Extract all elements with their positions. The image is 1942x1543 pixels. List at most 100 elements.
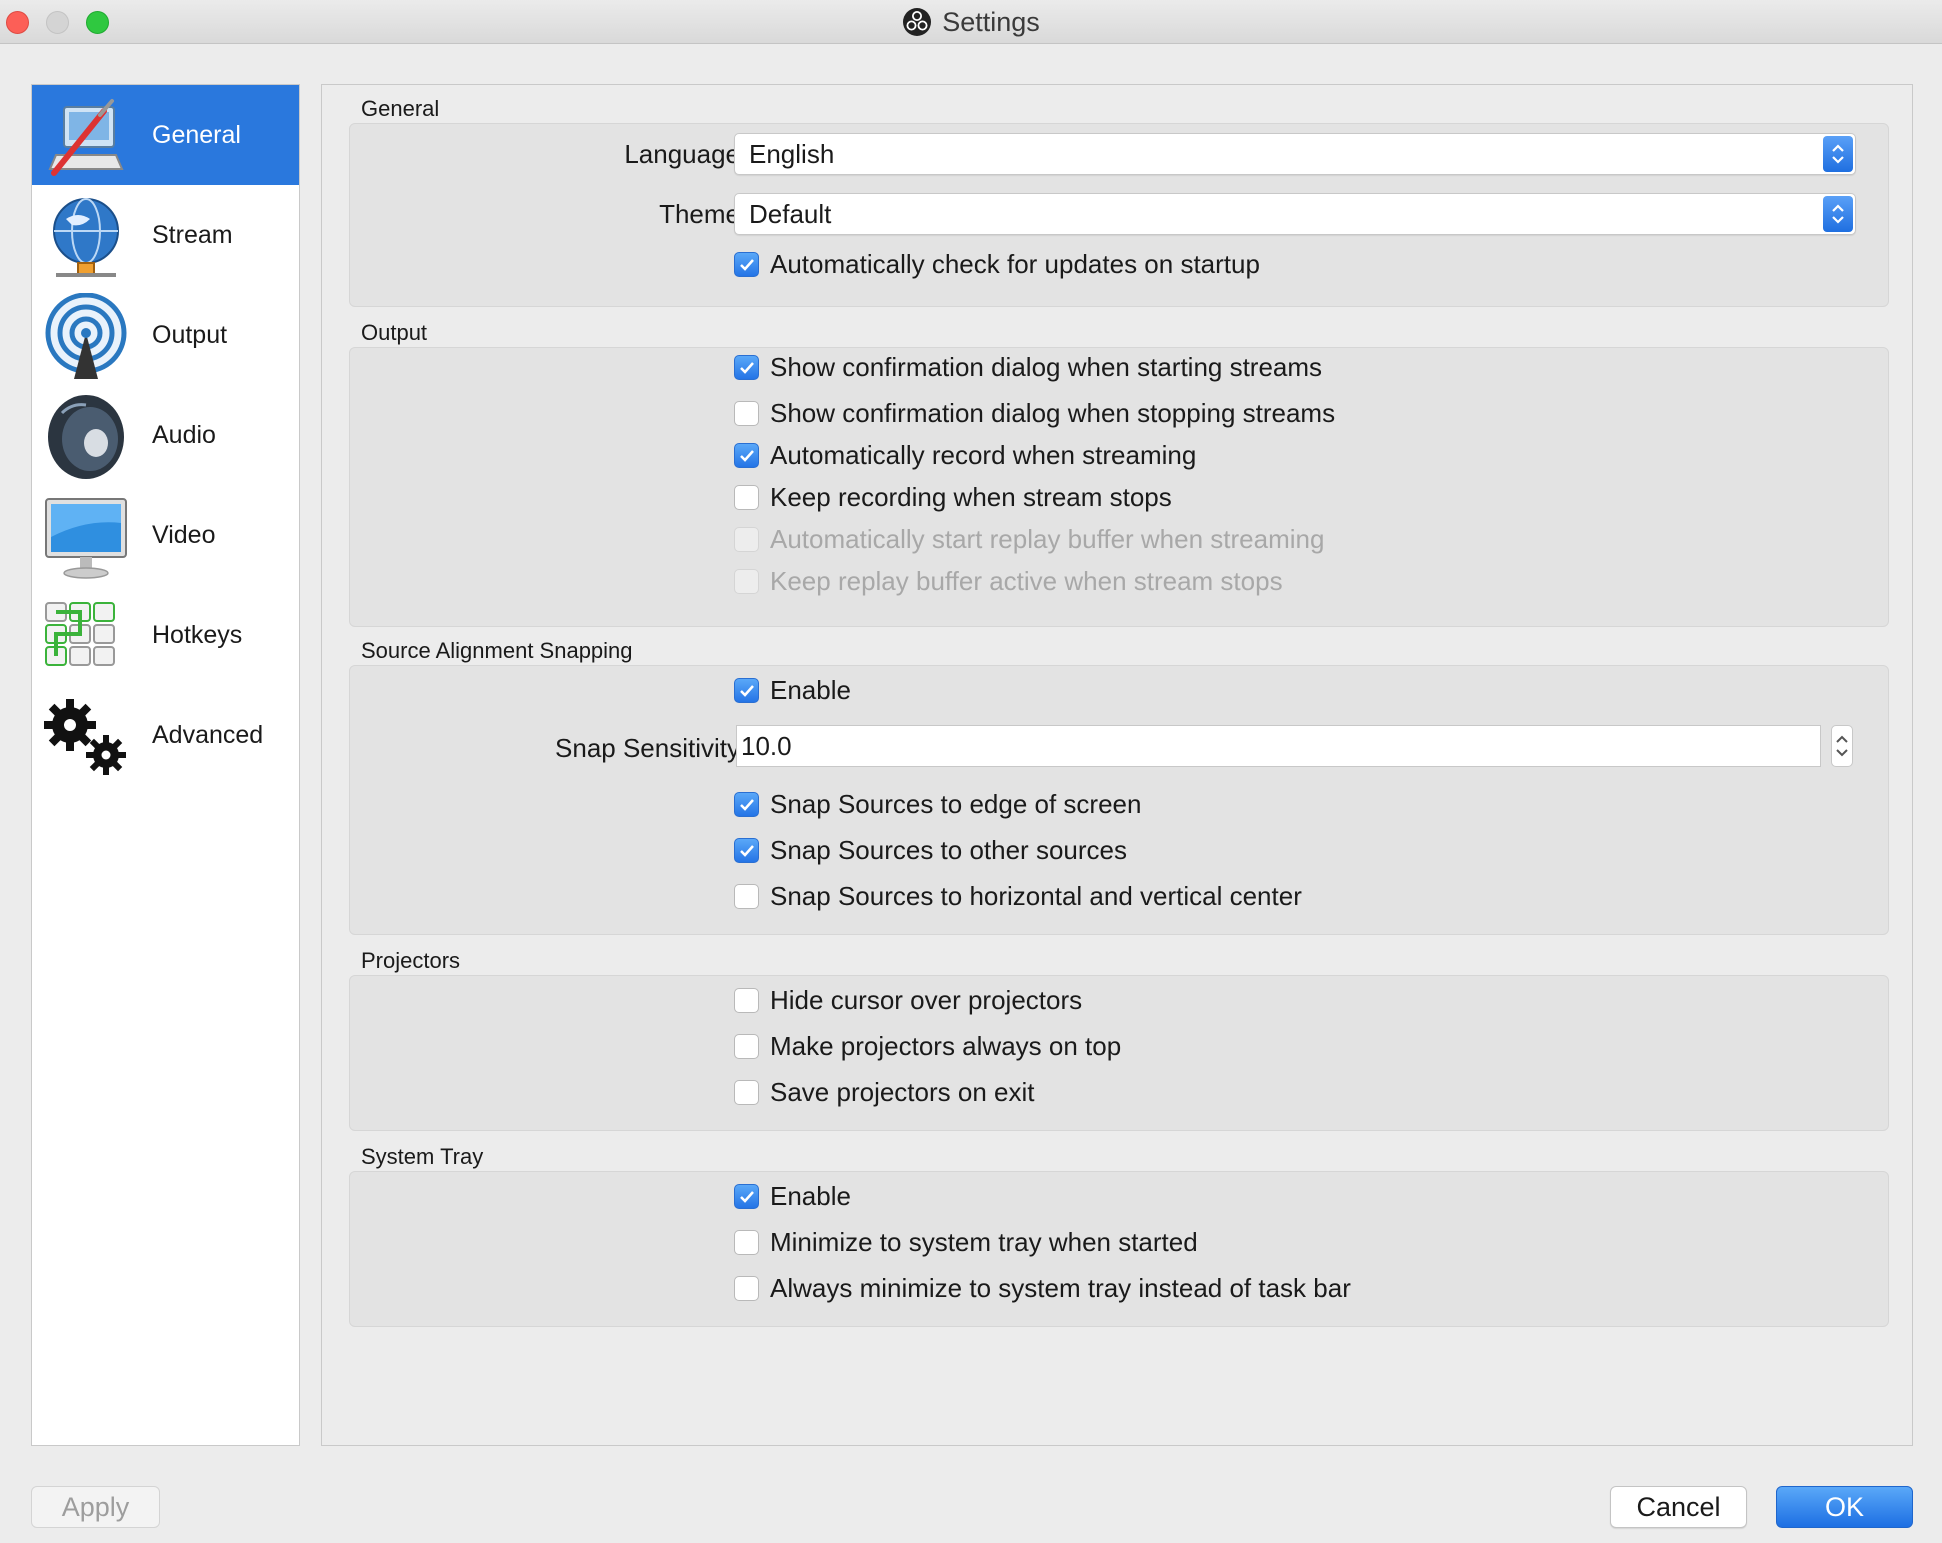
general-group: Language English Theme Default Automatic…	[349, 123, 1889, 307]
group-title-snapping: Source Alignment Snapping	[361, 638, 633, 663]
language-label: Language	[624, 139, 740, 169]
system-tray-option[interactable]: Always minimize to system tray instead o…	[734, 1271, 1351, 1305]
system-tray-group: Enable Minimize to system tray when star…	[349, 1171, 1889, 1327]
group-title-projectors: Projectors	[361, 948, 461, 973]
checkbox[interactable]	[734, 837, 759, 863]
option-label: Snap Sources to horizontal and vertical …	[770, 880, 1302, 911]
option-label: Snap Sources to edge of screen	[770, 788, 1142, 819]
sidebar-item-label: General	[152, 120, 241, 149]
apply-button[interactable]: Apply	[31, 1486, 160, 1528]
group-title-general: General	[361, 96, 440, 121]
checkbox	[734, 568, 759, 594]
option-label: Always minimize to system tray instead o…	[770, 1272, 1351, 1303]
checkbox[interactable]	[734, 354, 759, 380]
option-label: Automatically record when streaming	[770, 439, 1197, 470]
option-label: Automatically start replay buffer when s…	[770, 523, 1325, 554]
sidebar-item-general[interactable]: General	[32, 85, 299, 185]
sidebar-item-label: Video	[152, 520, 216, 549]
sidebar-item-label: Output	[152, 320, 228, 349]
sidebar-item-output[interactable]: Output	[32, 285, 299, 385]
option-label: Minimize to system tray when started	[770, 1226, 1198, 1257]
ok-button[interactable]: OK	[1776, 1486, 1913, 1528]
checkbox[interactable]	[734, 677, 759, 703]
option-label: Keep replay buffer active when stream st…	[770, 565, 1283, 596]
snapping-option[interactable]: Snap Sources to horizontal and vertical …	[734, 879, 1302, 913]
sidebar-item-hotkeys[interactable]: Hotkeys	[32, 585, 299, 685]
projectors-group: Hide cursor over projectors Make project…	[349, 975, 1889, 1131]
language-value: English	[749, 139, 835, 169]
checkbox[interactable]	[734, 484, 759, 510]
window-title: Settings	[942, 6, 1040, 37]
title-bar: Settings	[0, 0, 1942, 44]
option-label: Keep recording when stream stops	[770, 481, 1172, 512]
chevron-updown-icon[interactable]	[1823, 196, 1853, 232]
option-label: Make projectors always on top	[770, 1030, 1122, 1061]
checkbox[interactable]	[734, 400, 759, 426]
cancel-button[interactable]: Cancel	[1610, 1486, 1747, 1528]
keyboard-icon	[45, 602, 115, 666]
globe-icon	[53, 198, 119, 277]
sidebar-item-advanced[interactable]: Advanced	[32, 685, 299, 785]
checkbox[interactable]	[734, 791, 759, 817]
theme-label: Theme	[659, 199, 740, 229]
title-wrap: Settings	[0, 0, 1942, 44]
speaker-icon	[48, 395, 124, 479]
check-updates-label: Automatically check for updates on start…	[770, 248, 1260, 279]
system-tray-option[interactable]: Minimize to system tray when started	[734, 1225, 1198, 1259]
option-label: Enable	[770, 1180, 851, 1211]
output-option-disabled: Automatically start replay buffer when s…	[734, 522, 1324, 556]
option-label: Enable	[770, 674, 851, 705]
checkbox[interactable]	[734, 1183, 759, 1209]
snap-sensitivity-stepper[interactable]	[1831, 725, 1853, 767]
sidebar-item-stream[interactable]: Stream	[32, 185, 299, 285]
system-tray-option[interactable]: Enable	[734, 1179, 851, 1213]
checkbox[interactable]	[734, 883, 759, 909]
projectors-option[interactable]: Make projectors always on top	[734, 1029, 1121, 1063]
sidebar-item-label: Stream	[152, 220, 233, 249]
option-label: Save projectors on exit	[770, 1076, 1035, 1107]
checkbox[interactable]	[734, 1275, 759, 1301]
sidebar-item-label: Audio	[152, 420, 216, 449]
output-option[interactable]: Keep recording when stream stops	[734, 480, 1172, 514]
option-label: Show confirmation dialog when starting s…	[770, 351, 1323, 382]
theme-value: Default	[749, 199, 832, 229]
output-option[interactable]: Show confirmation dialog when stopping s…	[734, 396, 1335, 430]
group-title-system-tray: System Tray	[361, 1144, 484, 1169]
snap-sensitivity-input[interactable]: 10.0	[736, 725, 1821, 767]
option-label: Snap Sources to other sources	[770, 834, 1127, 865]
snap-sensitivity-value: 10.0	[741, 731, 792, 761]
projectors-option[interactable]: Save projectors on exit	[734, 1075, 1034, 1109]
language-select[interactable]: English	[734, 133, 1856, 175]
output-group: Show confirmation dialog when starting s…	[349, 347, 1889, 627]
obs-logo-icon	[903, 8, 932, 36]
check-updates-option[interactable]: Automatically check for updates on start…	[734, 247, 1260, 281]
monitor-icon	[45, 498, 127, 579]
group-title-output: Output	[361, 320, 428, 345]
output-option[interactable]: Show confirmation dialog when starting s…	[734, 350, 1322, 384]
snapping-enable-option[interactable]: Enable	[734, 673, 851, 707]
sidebar-item-label: Hotkeys	[152, 620, 243, 649]
checkbox[interactable]	[734, 1033, 759, 1059]
check-updates-checkbox[interactable]	[734, 251, 759, 277]
broadcast-icon	[45, 293, 127, 379]
checkbox[interactable]	[734, 442, 759, 468]
checkbox[interactable]	[734, 1229, 759, 1255]
gears-icon	[44, 699, 126, 775]
sidebar-item-video[interactable]: Video	[32, 485, 299, 585]
sidebar-item-label: Advanced	[152, 720, 264, 749]
sidebar-item-audio[interactable]: Audio	[32, 385, 299, 485]
snap-sensitivity-label: Snap Sensitivity	[555, 733, 740, 763]
snapping-option[interactable]: Snap Sources to other sources	[734, 833, 1127, 867]
settings-sidebar: General Stream Output Audio Video Hotkey…	[31, 84, 300, 1446]
chevron-updown-icon[interactable]	[1823, 136, 1853, 172]
output-option[interactable]: Automatically record when streaming	[734, 438, 1196, 472]
theme-select[interactable]: Default	[734, 193, 1856, 235]
checkbox[interactable]	[734, 1079, 759, 1105]
projectors-option[interactable]: Hide cursor over projectors	[734, 983, 1082, 1017]
output-option-disabled: Keep replay buffer active when stream st…	[734, 564, 1283, 598]
checkbox[interactable]	[734, 987, 759, 1013]
snapping-option[interactable]: Snap Sources to edge of screen	[734, 787, 1141, 821]
checkbox	[734, 526, 759, 552]
general-icon	[48, 99, 124, 176]
option-label: Hide cursor over projectors	[770, 984, 1083, 1015]
